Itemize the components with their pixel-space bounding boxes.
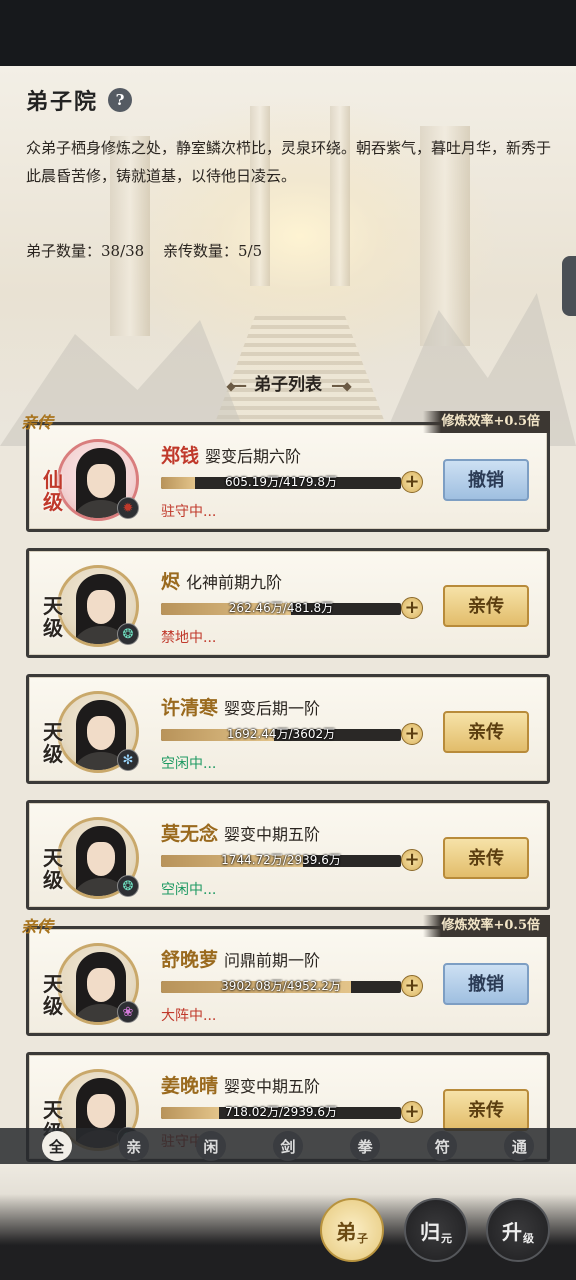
make-direct-disciple-button[interactable]: 亲传 bbox=[443, 837, 529, 879]
help-icon[interactable]: ? bbox=[108, 88, 133, 112]
disciple-counts: 弟子数量：38/38 亲传数量：5/5 bbox=[26, 240, 276, 261]
revoke-button[interactable]: 撤销 bbox=[443, 459, 529, 501]
add-exp-icon[interactable]: + bbox=[401, 597, 423, 619]
nav-main-label: 归 bbox=[420, 1219, 440, 1244]
filter-button[interactable]: 符 bbox=[427, 1131, 458, 1161]
courtyard-description: 众弟子栖身修炼之处，静室鳞次栉比，灵泉环绕。朝吞紫气，暮吐月华，新秀于此晨昏苦修… bbox=[26, 139, 552, 185]
filter-button[interactable]: 亲 bbox=[118, 1131, 149, 1161]
nav-sub-label: 级 bbox=[523, 1232, 534, 1245]
nav-sub-label: 子 bbox=[357, 1232, 368, 1245]
efficiency-badge: 修炼效率+0.5倍 bbox=[423, 411, 550, 433]
disciple-name: 舒晚萝 bbox=[161, 949, 219, 971]
disciple-status: 驻守中... bbox=[161, 504, 217, 520]
disciple-name-line: 莫无念 婴变中期五阶 bbox=[161, 819, 320, 846]
disciple-name: 许清寒 bbox=[161, 697, 219, 719]
add-exp-icon[interactable]: + bbox=[401, 849, 423, 871]
disciple-realm: 问鼎前期一阶 bbox=[224, 951, 321, 970]
nav-sub-label: 元 bbox=[441, 1232, 452, 1245]
disciple-status: 空闲中... bbox=[161, 882, 217, 898]
revoke-button[interactable]: 撤销 bbox=[443, 963, 529, 1005]
exp-value: 718.02万/2939.6万 bbox=[224, 1105, 338, 1119]
disciple-name-line: 郑钱 婴变后期六阶 bbox=[161, 441, 301, 468]
disciple-name-line: 舒晚萝 问鼎前期一阶 bbox=[161, 945, 320, 972]
add-exp-icon[interactable]: + bbox=[401, 1101, 423, 1123]
direct-disciple-tag: 亲传 bbox=[21, 413, 54, 432]
element-swirl-icon: ❀ bbox=[117, 1001, 139, 1023]
nav-main-label: 弟 bbox=[336, 1219, 356, 1244]
exp-value: 605.19万/4179.8万 bbox=[224, 475, 338, 489]
top-status-strip bbox=[0, 0, 576, 66]
filter-button[interactable]: 闲 bbox=[195, 1131, 226, 1161]
grade-label: 天级 bbox=[43, 594, 63, 640]
disciple-card[interactable]: 亲传 修炼效率+0.5倍仙级 ✹ 郑钱 婴变后期六阶 605.19万/4179.8万 + 驻守… bbox=[21, 411, 550, 532]
disciple-name: 姜晚晴 bbox=[161, 1075, 219, 1097]
disciple-status: 禁地中... bbox=[161, 630, 217, 646]
disciple-name-line: 姜晚晴 婴变中期五阶 bbox=[161, 1071, 320, 1098]
element-fire-icon: ✹ bbox=[117, 497, 139, 519]
make-direct-disciple-button[interactable]: 亲传 bbox=[443, 585, 529, 627]
bottom-navigation: 弟子归元升级 bbox=[0, 1164, 576, 1280]
exp-value: 3902.08万/4952.2万 bbox=[221, 979, 341, 993]
disciple-status: 空闲中... bbox=[161, 756, 217, 772]
disciple-card[interactable]: 天级 ❂ 莫无念 婴变中期五阶 1744.72万/2939.6万 + 空闲中... 亲传 bbox=[26, 800, 550, 910]
exp-value: 1692.44万/3602万 bbox=[226, 727, 336, 741]
disciple-count: 弟子数量：38/38 bbox=[26, 242, 145, 260]
disciple-name: 烬 bbox=[161, 571, 181, 593]
nav-main-label: 升 bbox=[502, 1219, 522, 1244]
disciple-status: 大阵中... bbox=[161, 1008, 217, 1024]
disciples-nav-button[interactable]: 弟子 bbox=[320, 1198, 384, 1262]
disciple-card[interactable]: 天级 ✻ 许清寒 婴变后期一阶 1692.44万/3602万 + 空闲中... 亲传 bbox=[26, 674, 550, 784]
efficiency-badge: 修炼效率+0.5倍 bbox=[423, 915, 550, 937]
disciple-name: 郑钱 bbox=[161, 445, 200, 467]
make-direct-disciple-button[interactable]: 亲传 bbox=[443, 1089, 529, 1131]
section-title: ◆━━ 弟子列表 ━━◆ bbox=[0, 370, 576, 395]
element-wind-icon: ❂ bbox=[117, 875, 139, 897]
exp-value: 1744.72万/2939.6万 bbox=[221, 853, 341, 867]
grade-label: 仙级 bbox=[43, 468, 63, 514]
direct-disciple-count: 亲传数量：5/5 bbox=[163, 242, 263, 260]
element-ice-icon: ✻ bbox=[117, 749, 139, 771]
add-exp-icon[interactable]: + bbox=[401, 975, 423, 997]
ornament-left-icon: ◆━━ bbox=[226, 379, 246, 393]
filter-button[interactable]: 全 bbox=[41, 1131, 72, 1161]
upgrade-nav-button[interactable]: 升级 bbox=[486, 1198, 550, 1262]
add-exp-icon[interactable]: + bbox=[401, 471, 423, 493]
filter-button[interactable]: 拳 bbox=[350, 1131, 381, 1161]
disciple-realm: 婴变后期六阶 bbox=[205, 447, 302, 466]
grade-label: 天级 bbox=[43, 720, 63, 766]
disciple-realm: 婴变中期五阶 bbox=[224, 1077, 321, 1096]
side-drawer-tab[interactable] bbox=[562, 256, 576, 316]
direct-disciple-tag: 亲传 bbox=[21, 917, 54, 936]
add-exp-icon[interactable]: + bbox=[401, 723, 423, 745]
make-direct-disciple-button[interactable]: 亲传 bbox=[443, 711, 529, 753]
disciple-realm: 婴变后期一阶 bbox=[224, 699, 321, 718]
ornament-right-icon: ━━◆ bbox=[332, 379, 352, 393]
disciple-card[interactable]: 天级 ❂ 烬化神前期九阶 262.46万/481.8万 + 禁地中... 亲传 bbox=[26, 548, 550, 658]
page-header: 弟子院 ? bbox=[0, 80, 576, 120]
filter-button[interactable]: 剑 bbox=[272, 1131, 303, 1161]
exp-value: 262.46万/481.8万 bbox=[228, 601, 334, 615]
grade-label: 天级 bbox=[43, 846, 63, 892]
disciple-realm: 化神前期九阶 bbox=[186, 573, 283, 592]
page-title: 弟子院 bbox=[26, 89, 99, 115]
filter-button[interactable]: 通 bbox=[504, 1131, 535, 1161]
filter-bar: 全亲闲剑拳符通 bbox=[0, 1128, 576, 1164]
return-nav-button[interactable]: 归元 bbox=[404, 1198, 468, 1262]
disciple-name: 莫无念 bbox=[161, 823, 219, 845]
section-title-text: 弟子列表 bbox=[254, 375, 322, 395]
grade-label: 天级 bbox=[43, 972, 63, 1018]
disciple-name-line: 许清寒 婴变后期一阶 bbox=[161, 693, 320, 720]
element-wind-icon: ❂ bbox=[117, 623, 139, 645]
disciple-realm: 婴变中期五阶 bbox=[224, 825, 321, 844]
disciple-card[interactable]: 亲传 修炼效率+0.5倍天级 ❀ 舒晚萝 问鼎前期一阶 3902.08万/4952.2万 +… bbox=[21, 915, 550, 1036]
disciple-name-line: 烬化神前期九阶 bbox=[161, 567, 282, 594]
